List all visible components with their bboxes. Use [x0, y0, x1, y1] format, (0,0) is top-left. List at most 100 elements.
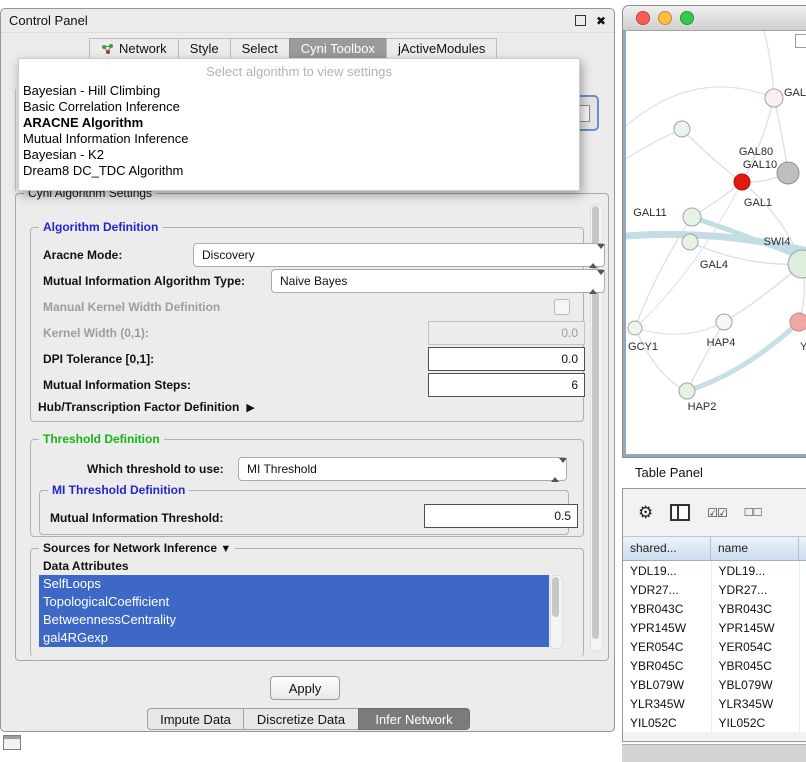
tab-network[interactable]: Network [89, 38, 178, 59]
tab-style[interactable]: Style [178, 38, 230, 59]
attribute-list-scrollbar[interactable] [550, 575, 563, 649]
table-panel-window: ⚙ ☑☑ ☐☐ shared... name YDL19...YDL19...1… [622, 488, 806, 742]
tab-select[interactable]: Select [230, 38, 289, 59]
tab-jactivemodules[interactable]: jActiveModules [386, 38, 497, 59]
select-none-icon[interactable]: ☐☐ [744, 506, 762, 519]
table-cell: YDR27... [623, 580, 712, 599]
tab-label: jActiveModules [398, 41, 485, 56]
desktop: Control Panel ✖ Network Style Select Cyn… [0, 0, 806, 762]
float-window-icon[interactable] [575, 15, 586, 26]
network-node[interactable] [628, 321, 642, 335]
network-node[interactable] [790, 313, 806, 331]
algorithm-option[interactable]: Mutual Information Inference [19, 131, 579, 147]
network-node[interactable] [679, 383, 695, 399]
network-node[interactable] [683, 208, 701, 226]
hub-definition-label: Hub/Transcription Factor Definition [38, 400, 239, 414]
aracne-mode-select[interactable]: Discovery [193, 243, 605, 267]
apply-button[interactable]: Apply [270, 676, 340, 700]
network-node[interactable] [674, 121, 690, 137]
tab-infer-network[interactable]: Infer Network [358, 708, 470, 730]
table-cell: YBR045C [623, 656, 712, 675]
aracne-mode-label: Aracne Mode: [43, 248, 122, 262]
group-title: Algorithm Definition [39, 220, 162, 234]
which-threshold-label: Which threshold to use: [87, 462, 224, 476]
tab-cyni-toolbox[interactable]: Cyni Toolbox [289, 38, 386, 59]
table-row[interactable]: YBR043CYBR043C [623, 599, 806, 618]
attribute-item-selected[interactable]: SelfLoops [39, 575, 549, 593]
mac-minimize-button[interactable] [658, 11, 672, 25]
dpi-tolerance-field[interactable]: 0.0 [428, 347, 585, 371]
group-title: Threshold Definition [39, 432, 164, 446]
algorithm-option-selected[interactable]: ARACNE Algorithm [19, 115, 579, 131]
column-header-extra[interactable] [799, 537, 806, 560]
tab-impute-data[interactable]: Impute Data [147, 708, 244, 730]
which-threshold-select[interactable]: MI Threshold [238, 457, 567, 481]
network-canvas[interactable]: GAL8GAL80GAL10GAL1GAL11SWI4GAL4GCY1HAP4H… [626, 31, 806, 454]
network-edge [687, 322, 799, 391]
network-window-titlebar [623, 6, 806, 31]
tab-label: Style [190, 41, 219, 56]
mac-zoom-button[interactable] [680, 11, 694, 25]
algorithm-definition-group: Algorithm Definition Aracne Mode: Discov… [30, 227, 584, 422]
algorithm-dropdown-popup: Select algorithm to view settings Bayesi… [18, 58, 580, 191]
selected-value: Naive Bayes [280, 274, 347, 288]
table-cell: 9. [800, 656, 806, 675]
mi-steps-field[interactable]: 6 [428, 373, 585, 397]
network-node-label: GAL80 [739, 146, 773, 158]
table-row[interactable]: YLR345WYLR345W9. [623, 694, 806, 713]
column-header-name[interactable]: name [711, 537, 799, 560]
table-row[interactable]: YER054CYER054C8. [623, 637, 806, 656]
network-edge [635, 322, 724, 334]
table-row[interactable]: YBL079WYBL079W [623, 675, 806, 694]
algorithm-option[interactable]: Basic Correlation Inference [19, 99, 579, 115]
network-node-label: GAL10 [743, 159, 777, 171]
table-row[interactable]: YBR045CYBR045C9. [623, 656, 806, 675]
attribute-item-selected[interactable]: TopologicalCoefficient [39, 593, 549, 611]
network-edge [635, 328, 687, 391]
table-cell: YDR27... [712, 580, 801, 599]
dpi-tolerance-label: DPI Tolerance [0,1]: [43, 352, 154, 366]
table-cell: 13 [800, 561, 806, 580]
network-view-window: GAL8GAL80GAL10GAL1GAL11SWI4GAL4GCY1HAP4H… [622, 5, 806, 458]
table-cell: YBL079W [623, 675, 712, 694]
table-cell: YLR345W [712, 694, 801, 713]
selected-value: MI Threshold [247, 462, 317, 476]
table-row[interactable]: YDL19...YDL19...13 [623, 561, 806, 580]
combo-arrows-icon [589, 275, 598, 289]
table-cell: YDL19... [712, 561, 801, 580]
scrollbar-thumb[interactable] [552, 577, 559, 617]
network-node-label: HAP4 [707, 337, 736, 349]
hub-definition-expander[interactable]: Hub/Transcription Factor Definition ▶ [38, 400, 255, 414]
network-node[interactable] [734, 174, 750, 190]
control-panel-titlebar: Control Panel ✖ [1, 9, 614, 33]
algorithm-option[interactable]: Bayesian - K2 [19, 147, 579, 163]
tab-discretize-data[interactable]: Discretize Data [243, 708, 359, 730]
gear-icon[interactable]: ⚙ [638, 504, 653, 521]
table-row[interactable]: YDR27...YDR27...12 [623, 580, 806, 599]
table-cell: YPR145W [623, 618, 712, 637]
table-row[interactable]: YIL052CYIL052C [623, 713, 806, 732]
table-row[interactable]: YPR145WYPR145W9. [623, 618, 806, 637]
close-window-icon[interactable]: ✖ [596, 15, 606, 27]
select-all-icon[interactable]: ☑☑ [707, 506, 727, 520]
table-toolbar: ⚙ ☑☑ ☐☐ [623, 489, 806, 536]
algorithm-option[interactable]: Dream8 DC_TDC Algorithm [19, 163, 579, 179]
table-cell: YER054C [712, 637, 801, 656]
mac-close-button[interactable] [636, 11, 650, 25]
attribute-item-selected[interactable]: gal4RGexp [39, 629, 549, 647]
network-node[interactable] [777, 162, 799, 184]
network-node[interactable] [682, 234, 698, 250]
columns-icon[interactable] [670, 504, 690, 521]
column-header-shared-name[interactable]: shared... [623, 537, 711, 560]
mi-threshold-field[interactable]: 0.5 [424, 504, 578, 528]
mi-type-select[interactable]: Naive Bayes [271, 269, 605, 293]
table-cell: YIL052C [712, 713, 801, 732]
network-node[interactable] [716, 314, 732, 330]
sources-expander[interactable]: Sources for Network Inference ▼ [39, 541, 235, 555]
algorithm-option[interactable]: Bayesian - Hill Climbing [19, 83, 579, 99]
cyni-algorithm-settings-group: Cyni Algorithm Settings Algorithm Defini… [15, 193, 609, 661]
restore-panel-icon[interactable] [3, 735, 21, 750]
manual-kernel-label: Manual Kernel Width Definition [43, 300, 220, 314]
network-node[interactable] [765, 89, 783, 107]
attribute-item-selected[interactable]: BetweennessCentrality [39, 611, 549, 629]
